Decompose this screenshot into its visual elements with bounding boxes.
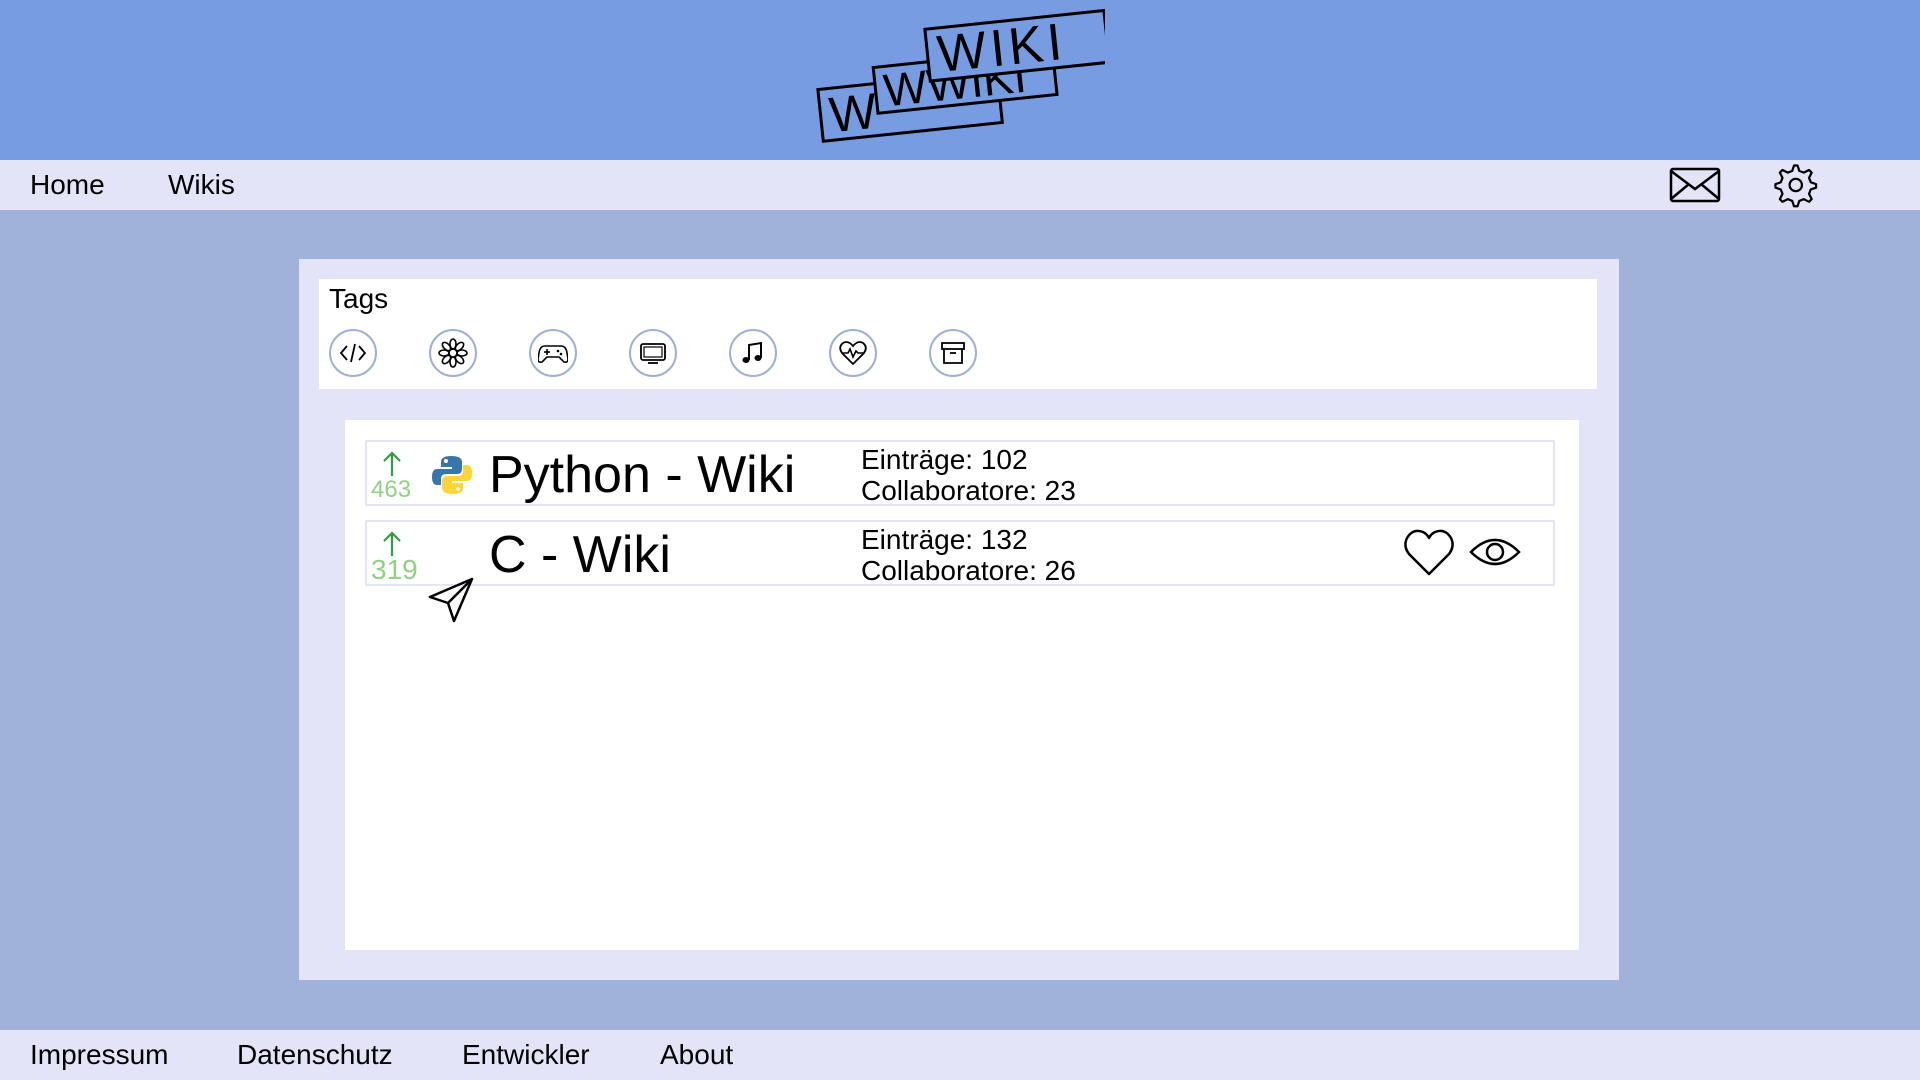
footer-about-link[interactable]: About <box>660 1030 733 1080</box>
collaborators-count: Collaboratore: 26 <box>861 555 1076 586</box>
entries-count: Einträge: 132 <box>861 524 1028 555</box>
entries-count: Einträge: 102 <box>861 444 1028 475</box>
gear-icon[interactable] <box>1768 164 1820 208</box>
svg-text:W: W <box>827 83 881 144</box>
nav-wikis-link[interactable]: Wikis <box>168 160 235 210</box>
heart-icon[interactable] <box>1401 524 1457 580</box>
header: W WWIKI WIKI <box>0 0 1920 160</box>
wiki-stats: Einträge: 132 Collaboratore: 26 <box>861 524 1076 586</box>
flower-icon[interactable] <box>429 329 477 377</box>
wiki-title[interactable]: C - Wiki <box>489 526 671 584</box>
collaborators-count: Collaboratore: 23 <box>861 475 1076 506</box>
footer-entwickler-link[interactable]: Entwickler <box>462 1030 590 1080</box>
tags-box: Tags <box>319 279 1597 389</box>
music-icon[interactable] <box>729 329 777 377</box>
wiki-logo[interactable]: W WWIKI WIKI <box>815 0 1111 160</box>
wiki-list: 463 Python - Wiki Einträge: 102 Collabor… <box>345 420 1579 950</box>
code-icon[interactable] <box>329 329 377 377</box>
heart-pulse-icon[interactable] <box>829 329 877 377</box>
wiki-stats: Einträge: 102 Collaboratore: 23 <box>861 444 1076 506</box>
nav-home-link[interactable]: Home <box>30 160 105 210</box>
python-icon <box>431 454 473 496</box>
footer-datenschutz-link[interactable]: Datenschutz <box>237 1030 393 1080</box>
main-panel: Tags 463 Python - Wiki Einträge: 102 Col… <box>299 259 1619 980</box>
vote-count: 319 <box>371 554 418 585</box>
wiki-row-c[interactable]: 319 C - Wiki Einträge: 132 Collaboratore… <box>365 520 1555 586</box>
tags-title: Tags <box>329 283 389 314</box>
send-icon[interactable] <box>426 575 476 625</box>
navbar: Home Wikis <box>0 160 1920 210</box>
vote-count: 463 <box>371 476 412 503</box>
archive-icon[interactable] <box>929 329 977 377</box>
footer-impressum-link[interactable]: Impressum <box>30 1030 168 1080</box>
upvote-arrow-icon[interactable] <box>379 450 405 478</box>
tv-icon[interactable] <box>629 329 677 377</box>
gamepad-icon[interactable] <box>529 329 577 377</box>
footer: Impressum Datenschutz Entwickler About <box>0 1030 1920 1080</box>
mail-icon[interactable] <box>1669 165 1721 205</box>
wiki-row-python[interactable]: 463 Python - Wiki Einträge: 102 Collabor… <box>365 440 1555 506</box>
eye-icon[interactable] <box>1467 524 1523 580</box>
wiki-title[interactable]: Python - Wiki <box>489 446 795 504</box>
